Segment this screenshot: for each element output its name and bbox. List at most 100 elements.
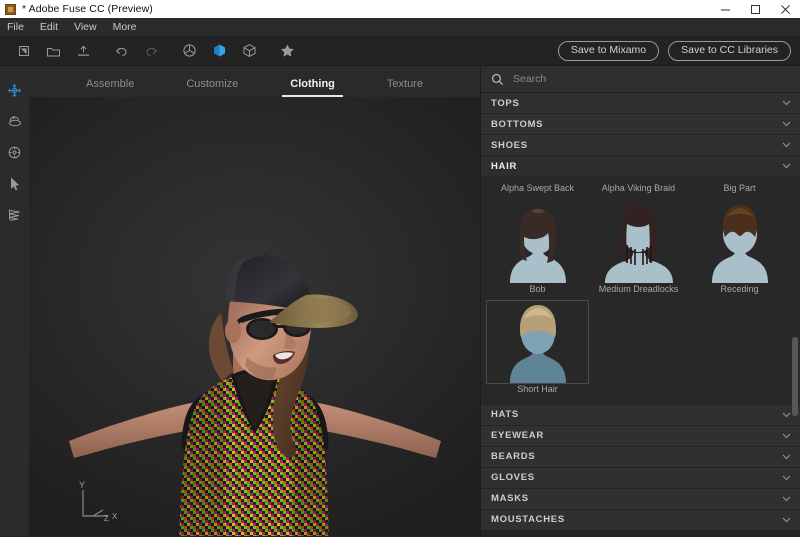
hair-item-label-big-part[interactable]: Big Part — [689, 177, 790, 201]
hair-thumbnail — [487, 201, 588, 283]
minimize-icon[interactable] — [710, 0, 740, 18]
3d-viewport[interactable]: Y Z X — [29, 97, 480, 536]
wireframe-view-icon[interactable] — [176, 38, 203, 64]
chevron-down-icon — [782, 121, 791, 127]
hair-item-medium-dreadlocks[interactable]: Medium Dreadlocks — [588, 201, 689, 301]
hair-item-receding[interactable]: Receding — [689, 201, 790, 301]
search-input[interactable] — [513, 73, 753, 85]
scrollbar-thumb[interactable] — [792, 336, 798, 417]
chevron-down-icon — [782, 100, 791, 106]
category-label: HAIR — [491, 160, 518, 172]
menu-item-more[interactable]: More — [113, 18, 146, 36]
svg-text:Y: Y — [79, 480, 85, 490]
category-label: HATS — [491, 409, 519, 421]
export-icon[interactable] — [70, 38, 97, 64]
category-label: TOPS — [491, 97, 520, 109]
tab-clothing[interactable]: Clothing — [264, 79, 361, 97]
chevron-down-icon — [782, 433, 791, 439]
select-tool-icon[interactable] — [4, 173, 26, 193]
left-tool-rail — [0, 66, 29, 536]
open-folder-icon[interactable] — [40, 38, 67, 64]
tab-assemble[interactable]: Assemble — [60, 79, 160, 97]
svg-text:Z: Z — [104, 514, 109, 523]
hair-row: Bob Medium Dreadlocks Receding — [487, 201, 794, 301]
chevron-down-icon — [782, 142, 791, 148]
undo-icon[interactable] — [108, 38, 135, 64]
category-moustaches[interactable]: MOUSTACHES — [481, 509, 800, 531]
category-label: EYEWEAR — [491, 430, 544, 442]
new-project-icon[interactable] — [10, 38, 37, 64]
chevron-down-icon — [782, 454, 791, 460]
category-eyewear[interactable]: EYEWEAR — [481, 425, 800, 447]
chevron-down-icon — [782, 517, 791, 523]
category-bottoms[interactable]: BOTTOMS — [481, 114, 800, 135]
rotate-tool-icon[interactable] — [4, 142, 26, 162]
panel-scroll-area[interactable]: TOPS BOTTOMS SHOES HAIR Alpha Swept Back… — [481, 93, 800, 536]
category-shoes[interactable]: SHOES — [481, 135, 800, 156]
tab-texture[interactable]: Texture — [361, 79, 449, 97]
character-model[interactable] — [29, 97, 480, 536]
close-icon[interactable] — [770, 0, 800, 18]
category-label: MASKS — [491, 493, 529, 505]
orbit-tool-icon[interactable] — [4, 111, 26, 131]
viewport-stage: Assemble Customize Clothing Texture Y Z … — [29, 66, 480, 536]
menu-item-file[interactable]: File — [7, 18, 33, 36]
viewport-axis-gizmo: Y Z X — [73, 480, 133, 528]
window-controls — [710, 0, 800, 18]
category-hats[interactable]: HATS — [481, 404, 800, 426]
solid-view-icon[interactable] — [236, 38, 263, 64]
category-beards[interactable]: BEARDS — [481, 446, 800, 468]
main-toolbar: Save to Mixamo Save to CC Libraries — [0, 36, 800, 66]
hair-item-label: Short Hair — [517, 383, 558, 394]
redo-icon — [138, 38, 165, 64]
hair-item-empty — [689, 301, 790, 401]
hair-item-label: Medium Dreadlocks — [598, 284, 679, 294]
hair-partial-row: Alpha Swept Back Alpha Viking Braid Big … — [487, 177, 794, 201]
category-tops[interactable]: TOPS — [481, 93, 800, 114]
move-tool-icon[interactable] — [4, 80, 26, 100]
chevron-down-icon — [782, 412, 791, 418]
hair-item-short-hair[interactable]: Short Hair — [486, 299, 589, 401]
category-label: SHOES — [491, 139, 528, 151]
hair-item-empty — [588, 301, 689, 401]
panel-scrollbar[interactable] — [792, 93, 798, 536]
hair-item-label-alpha-viking-braid[interactable]: Alpha Viking Braid — [588, 177, 689, 201]
favorite-star-icon[interactable] — [274, 38, 301, 64]
application-window: * Adobe Fuse CC (Preview) File Edit View… — [0, 0, 800, 537]
category-masks[interactable]: MASKS — [481, 488, 800, 510]
content-library-panel: TOPS BOTTOMS SHOES — [480, 66, 800, 536]
hair-item-label-alpha-swept-back[interactable]: Alpha Swept Back — [487, 177, 588, 201]
fuse-app-icon — [5, 3, 16, 15]
hair-item-label: Bob — [529, 284, 546, 294]
chevron-down-icon — [782, 475, 791, 481]
hair-thumbnail — [588, 201, 689, 283]
menu-item-view[interactable]: View — [74, 18, 106, 36]
menu-bar: File Edit View More — [0, 18, 800, 36]
hair-item-label: Receding — [720, 284, 759, 294]
maximize-icon[interactable] — [740, 0, 770, 18]
category-label: GLOVES — [491, 472, 535, 484]
category-hair[interactable]: HAIR — [481, 156, 800, 177]
search-icon — [491, 73, 504, 86]
category-gloves[interactable]: GLOVES — [481, 467, 800, 489]
category-label: BOTTOMS — [491, 118, 544, 130]
save-to-cc-libraries-button[interactable]: Save to CC Libraries — [668, 41, 791, 61]
window-title: * Adobe Fuse CC (Preview) — [22, 3, 153, 15]
svg-text:X: X — [112, 512, 118, 521]
shaded-view-icon[interactable] — [206, 38, 233, 64]
hair-item-grid: Alpha Swept Back Alpha Viking Braid Big … — [481, 177, 800, 405]
save-button-group: Save to Mixamo Save to CC Libraries — [557, 41, 791, 61]
tab-customize[interactable]: Customize — [160, 79, 264, 97]
stage-tabs: Assemble Customize Clothing Texture — [29, 66, 480, 97]
main-body: Assemble Customize Clothing Texture Y Z … — [0, 66, 800, 536]
pose-tool-icon[interactable] — [4, 204, 26, 224]
chevron-up-icon — [782, 163, 791, 169]
menu-item-edit[interactable]: Edit — [40, 18, 67, 36]
hair-row: Short Hair — [486, 299, 794, 401]
hair-item-bob[interactable]: Bob — [487, 201, 588, 301]
title-bar: * Adobe Fuse CC (Preview) — [0, 0, 800, 18]
category-label: MOUSTACHES — [491, 514, 565, 526]
hair-thumbnail — [689, 201, 790, 283]
hair-thumbnail — [486, 299, 589, 384]
save-to-mixamo-button[interactable]: Save to Mixamo — [557, 41, 660, 61]
